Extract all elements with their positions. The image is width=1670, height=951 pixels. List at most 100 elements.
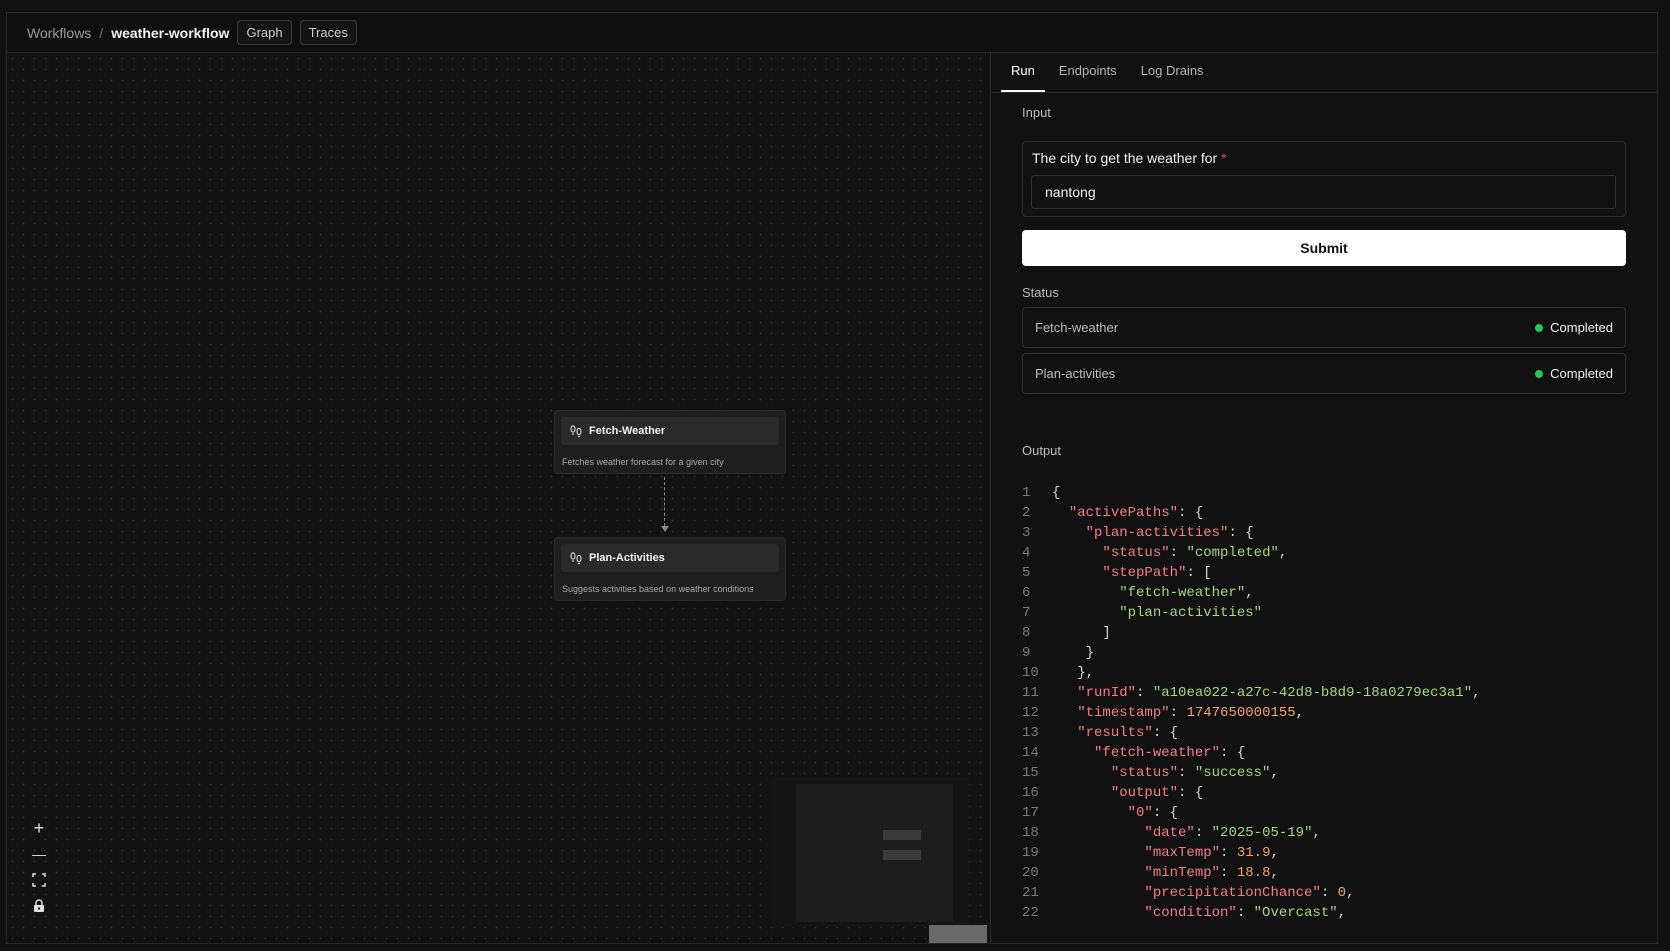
line-number: 13 (1022, 725, 1039, 741)
step-state-text: Completed (1550, 320, 1613, 335)
step-name: Fetch-weather (1035, 320, 1119, 335)
edge-arrowhead (661, 526, 669, 532)
step-name: Plan-activities (1035, 366, 1116, 381)
city-field-label: The city to get the weather for * (1032, 150, 1227, 166)
output-code-viewer[interactable]: 1{2 "activePaths": {3 "plan-activities":… (1022, 483, 1652, 923)
line-number: 15 (1022, 765, 1039, 781)
line-number: 22 (1022, 905, 1039, 921)
code-text: } (1052, 645, 1095, 661)
line-number: 17 (1022, 805, 1039, 821)
code-line: 2 "activePaths": { (1022, 503, 1652, 523)
line-number: 2 (1022, 505, 1031, 521)
line-number: 18 (1022, 825, 1039, 841)
code-text: "output": { (1110, 785, 1204, 801)
code-text: "0": { (1127, 805, 1179, 821)
code-text: }, (1052, 665, 1095, 681)
code-line: 22 "condition": "Overcast", (1022, 903, 1652, 923)
line-number: 21 (1022, 885, 1039, 901)
top-bar: Workflows / weather-workflow Graph Trace… (7, 13, 1657, 53)
city-field-label-text: The city to get the weather for (1032, 150, 1218, 166)
line-number: 8 (1022, 625, 1031, 641)
workflow-graph-canvas[interactable]: Fetch-Weather Fetches weather forecast f… (7, 53, 990, 943)
code-line: 13 "results": { (1022, 723, 1652, 743)
code-text: "plan-activities": { (1085, 525, 1254, 541)
minimap-attribution (929, 925, 987, 943)
code-text: ] (1052, 625, 1111, 641)
minimap-node (883, 850, 921, 860)
code-text: "status": "success", (1110, 765, 1279, 781)
node-header: Plan-Activities (561, 544, 779, 572)
minimap[interactable] (771, 777, 969, 927)
code-line: 4 "status": "completed", (1022, 543, 1652, 563)
required-marker: * (1221, 150, 1227, 166)
line-number: 7 (1022, 605, 1031, 621)
city-input[interactable] (1031, 175, 1616, 209)
footprints-icon (570, 552, 582, 565)
line-number: 9 (1022, 645, 1031, 661)
code-text: { (1052, 485, 1061, 501)
code-text: "condition": "Overcast", (1144, 905, 1347, 921)
code-text: "fetch-weather": { (1094, 745, 1246, 761)
line-number: 14 (1022, 745, 1039, 761)
node-title: Fetch-Weather (589, 425, 666, 437)
line-number: 4 (1022, 545, 1031, 561)
code-line: 20 "minTemp": 18.8, (1022, 863, 1652, 883)
code-text: "minTemp": 18.8, (1144, 865, 1279, 881)
tab-run[interactable]: Run (1001, 63, 1045, 92)
node-title: Plan-Activities (589, 552, 665, 564)
node-fetch-weather[interactable]: Fetch-Weather Fetches weather forecast f… (554, 410, 786, 474)
code-line: 5 "stepPath": [ (1022, 563, 1652, 583)
breadcrumb-workflows-link[interactable]: Workflows (27, 25, 91, 41)
code-text: "plan-activities" (1119, 605, 1263, 621)
graph-button[interactable]: Graph (237, 20, 292, 45)
code-text: "status": "completed", (1102, 545, 1288, 561)
status-row-fetch-weather: Fetch-weather Completed (1022, 307, 1626, 348)
code-text: "date": "2025-05-19", (1144, 825, 1321, 841)
code-line: 14 "fetch-weather": { (1022, 743, 1652, 763)
code-line: 17 "0": { (1022, 803, 1652, 823)
code-line: 11 "runId": "a10ea022-a27c-42d8-b8d9-18a… (1022, 683, 1652, 703)
breadcrumb-separator: / (99, 24, 104, 41)
line-number: 5 (1022, 565, 1031, 581)
node-description: Suggests activities based on weather con… (562, 584, 754, 594)
code-text: "fetch-weather", (1119, 585, 1254, 601)
node-plan-activities[interactable]: Plan-Activities Suggests activities base… (554, 537, 786, 601)
code-text: "runId": "a10ea022-a27c-42d8-b8d9-18a027… (1077, 685, 1481, 701)
zoom-out-icon[interactable]: — (25, 841, 53, 867)
lock-icon[interactable] (25, 893, 53, 919)
code-line: 10 }, (1022, 663, 1652, 683)
breadcrumb-current: weather-workflow (111, 24, 230, 41)
minimap-node (883, 830, 921, 840)
input-form: The city to get the weather for * (1022, 141, 1626, 217)
submit-button[interactable]: Submit (1022, 230, 1626, 266)
node-header: Fetch-Weather (561, 417, 779, 445)
step-state: Completed (1535, 320, 1613, 335)
zoom-controls: + — (25, 815, 53, 919)
traces-button[interactable]: Traces (299, 20, 357, 45)
code-text: "activePaths": { (1068, 505, 1204, 521)
status-row-plan-activities: Plan-activities Completed (1022, 353, 1626, 394)
line-number: 19 (1022, 845, 1039, 861)
code-line: 18 "date": "2025-05-19", (1022, 823, 1652, 843)
code-line: 16 "output": { (1022, 783, 1652, 803)
panel-tabs: Run Endpoints Log Drains (991, 53, 1657, 93)
right-panel: Run Endpoints Log Drains Input The city … (990, 53, 1657, 943)
code-line: 19 "maxTemp": 31.9, (1022, 843, 1652, 863)
tab-log-drains[interactable]: Log Drains (1131, 63, 1214, 92)
code-line: 9 } (1022, 643, 1652, 663)
code-line: 3 "plan-activities": { (1022, 523, 1652, 543)
code-text: "timestamp": 1747650000155, (1077, 705, 1305, 721)
line-number: 11 (1022, 685, 1039, 701)
output-section-label: Output (1022, 443, 1062, 458)
line-number: 10 (1022, 665, 1039, 681)
code-line: 6 "fetch-weather", (1022, 583, 1652, 603)
status-dot-icon (1535, 369, 1544, 378)
code-line: 7 "plan-activities" (1022, 603, 1652, 623)
tab-endpoints[interactable]: Endpoints (1049, 63, 1127, 92)
zoom-in-icon[interactable]: + (25, 815, 53, 841)
line-number: 3 (1022, 525, 1031, 541)
code-line: 8 ] (1022, 623, 1652, 643)
fit-view-icon[interactable] (25, 867, 53, 893)
line-number: 12 (1022, 705, 1039, 721)
line-number: 16 (1022, 785, 1039, 801)
